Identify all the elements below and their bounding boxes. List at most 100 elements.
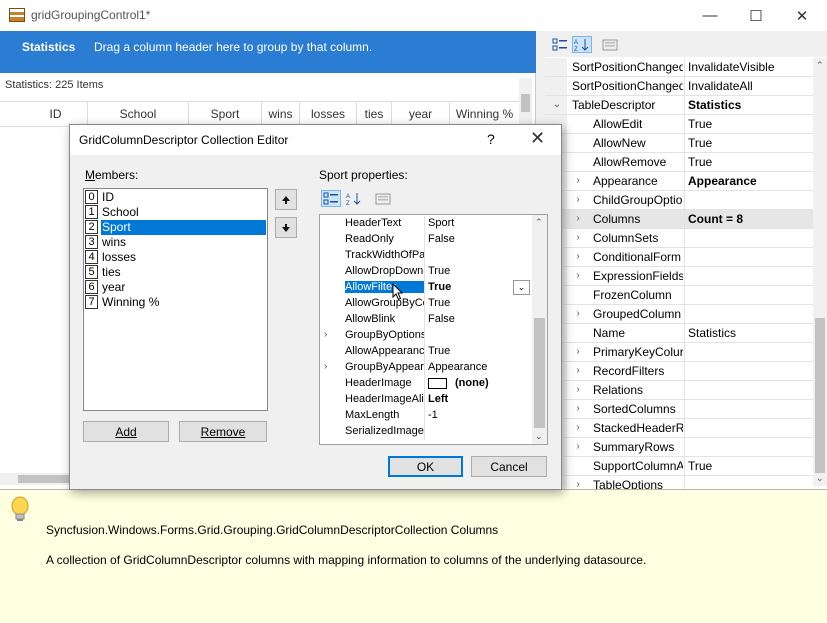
expand-icon[interactable]: › [324, 329, 327, 340]
column-header-school[interactable]: School [88, 102, 189, 126]
expand-icon[interactable]: › [572, 194, 584, 205]
column-header-wins[interactable]: wins [262, 102, 300, 126]
sport-property-row[interactable]: AllowDropDown(True [320, 264, 532, 280]
column-header-losses[interactable]: losses [300, 102, 357, 126]
sport-property-value[interactable]: False [428, 233, 532, 245]
column-header-id[interactable]: ID [24, 102, 88, 126]
sport-property-row[interactable]: MaxLength -1 [320, 408, 532, 424]
remove-button[interactable]: Remove [179, 421, 267, 442]
sport-property-row[interactable]: HeaderImage (none) [320, 376, 532, 392]
property-row[interactable]: › SortedColumns [545, 400, 813, 419]
property-value[interactable]: Statistics [688, 326, 813, 340]
collapse-icon[interactable]: ⌄ [551, 99, 563, 110]
property-row[interactable]: AllowEdit True [545, 115, 813, 134]
dialog-categorized-icon[interactable] [321, 190, 341, 207]
expand-icon[interactable]: › [572, 175, 584, 186]
sport-property-row[interactable]: HeaderText Sport [320, 216, 532, 232]
property-value[interactable]: True [688, 459, 813, 473]
expand-icon[interactable]: › [572, 422, 584, 433]
alphabetical-sort-icon[interactable]: AZ [572, 36, 592, 53]
sport-property-row[interactable]: AllowGroupByCo True [320, 296, 532, 312]
property-row[interactable]: › ExpressionFields [545, 267, 813, 286]
member-item[interactable]: 3 wins [85, 235, 266, 250]
dialog-property-pages-icon[interactable] [373, 190, 393, 207]
sport-property-row[interactable]: TrackWidthOfPa [320, 248, 532, 264]
sport-property-value[interactable]: True [428, 297, 532, 309]
sport-property-row[interactable]: HeaderImageAlic Left [320, 392, 532, 408]
sport-property-value[interactable]: -1 [428, 409, 532, 421]
member-item[interactable]: 6 year [85, 280, 266, 295]
sport-property-row[interactable]: ReadOnly False [320, 232, 532, 248]
grid-vertical-scroll-thumb[interactable] [521, 94, 530, 112]
property-row[interactable]: › StackedHeaderRc [545, 419, 813, 438]
property-value[interactable]: Count = 8 [688, 212, 813, 226]
sport-property-row[interactable]: AllowAppearance True [320, 344, 532, 360]
expand-icon[interactable]: › [572, 308, 584, 319]
property-row[interactable]: › SummaryRows [545, 438, 813, 457]
expand-icon[interactable]: › [324, 361, 327, 372]
sport-property-row[interactable]: AllowBlink False [320, 312, 532, 328]
expand-icon[interactable]: › [572, 232, 584, 243]
expand-icon[interactable]: › [572, 365, 584, 376]
property-row[interactable]: FrozenColumn [545, 286, 813, 305]
property-row[interactable]: SortPositionChanged InvalidateVisible [545, 58, 813, 77]
property-row[interactable]: › Columns Count = 8 [545, 210, 813, 229]
sport-property-value[interactable]: (none) [428, 377, 532, 389]
sport-property-row[interactable]: › GroupByOptions [320, 328, 532, 344]
property-row[interactable]: SupportColumnA True [545, 457, 813, 476]
property-value[interactable]: InvalidateVisible [688, 60, 813, 74]
property-row[interactable]: › Appearance Appearance [545, 172, 813, 191]
move-up-button[interactable] [275, 189, 297, 210]
dialog-close-button[interactable]: ✕ [530, 128, 545, 149]
sport-property-row[interactable]: AllowFilter True [320, 280, 532, 296]
property-row[interactable]: › ColumnSets [545, 229, 813, 248]
property-row[interactable]: › Relations [545, 381, 813, 400]
sport-property-value[interactable]: True [428, 265, 532, 277]
expand-icon[interactable]: › [572, 441, 584, 452]
sport-property-value[interactable]: False [428, 313, 532, 325]
property-row[interactable]: › RecordFilters [545, 362, 813, 381]
member-item[interactable]: 1 School [85, 205, 266, 220]
property-row[interactable]: › ConditionalForm [545, 248, 813, 267]
column-header-year[interactable]: year [392, 102, 450, 126]
member-item[interactable]: 2 Sport [85, 220, 266, 235]
expand-icon[interactable]: › [572, 251, 584, 262]
expand-icon[interactable]: › [572, 270, 584, 281]
sport-property-row[interactable]: › GroupByAppeara Appearance [320, 360, 532, 376]
property-row[interactable]: ⌄ TableDescriptor Statistics [545, 96, 813, 115]
sport-property-value[interactable]: True [428, 345, 532, 357]
sport-property-value[interactable]: Left [428, 393, 532, 405]
minimize-button[interactable]: — [687, 0, 733, 31]
member-item[interactable]: 4 losses [85, 250, 266, 265]
move-down-button[interactable] [275, 217, 297, 238]
expand-icon[interactable]: › [572, 403, 584, 414]
sport-property-value[interactable]: Sport [428, 217, 532, 229]
column-header-sport[interactable]: Sport [189, 102, 262, 126]
column-header-winning-pct[interactable]: Winning % [450, 102, 519, 126]
chevron-down-icon[interactable]: ⌄ [513, 280, 530, 295]
property-value[interactable]: Statistics [688, 98, 813, 112]
ok-button[interactable]: OK [388, 456, 463, 477]
cancel-button[interactable]: Cancel [471, 456, 547, 477]
property-row[interactable]: SortPositionChanged InvalidateAll [545, 77, 813, 96]
property-row[interactable]: AllowNew True [545, 134, 813, 153]
property-value[interactable]: True [688, 117, 813, 131]
sport-properties-scroll-thumb[interactable] [534, 318, 545, 428]
property-value[interactable]: True [688, 155, 813, 169]
expand-icon[interactable]: › [572, 213, 584, 224]
sport-property-row[interactable]: SerializedImageA [320, 424, 532, 440]
member-item[interactable]: 0 ID [85, 190, 266, 205]
property-pages-icon[interactable] [600, 36, 620, 53]
property-row[interactable]: › GroupedColumn [545, 305, 813, 324]
close-button[interactable]: ✕ [779, 0, 825, 31]
property-row[interactable]: › ChildGroupOptio [545, 191, 813, 210]
property-grid-scroll-thumb[interactable] [815, 318, 825, 473]
property-row[interactable]: AllowRemove True [545, 153, 813, 172]
dialog-alphabetical-sort-icon[interactable]: AZ [344, 190, 364, 207]
property-value[interactable]: Appearance [688, 174, 813, 188]
property-row[interactable]: Name Statistics [545, 324, 813, 343]
expand-icon[interactable]: › [572, 384, 584, 395]
property-value[interactable]: True [688, 136, 813, 150]
member-item[interactable]: 5 ties [85, 265, 266, 280]
members-list[interactable]: 0 ID 1 School 2 Sport 3 wins 4 losses 5 ties 6 year 7 W… [83, 188, 268, 411]
